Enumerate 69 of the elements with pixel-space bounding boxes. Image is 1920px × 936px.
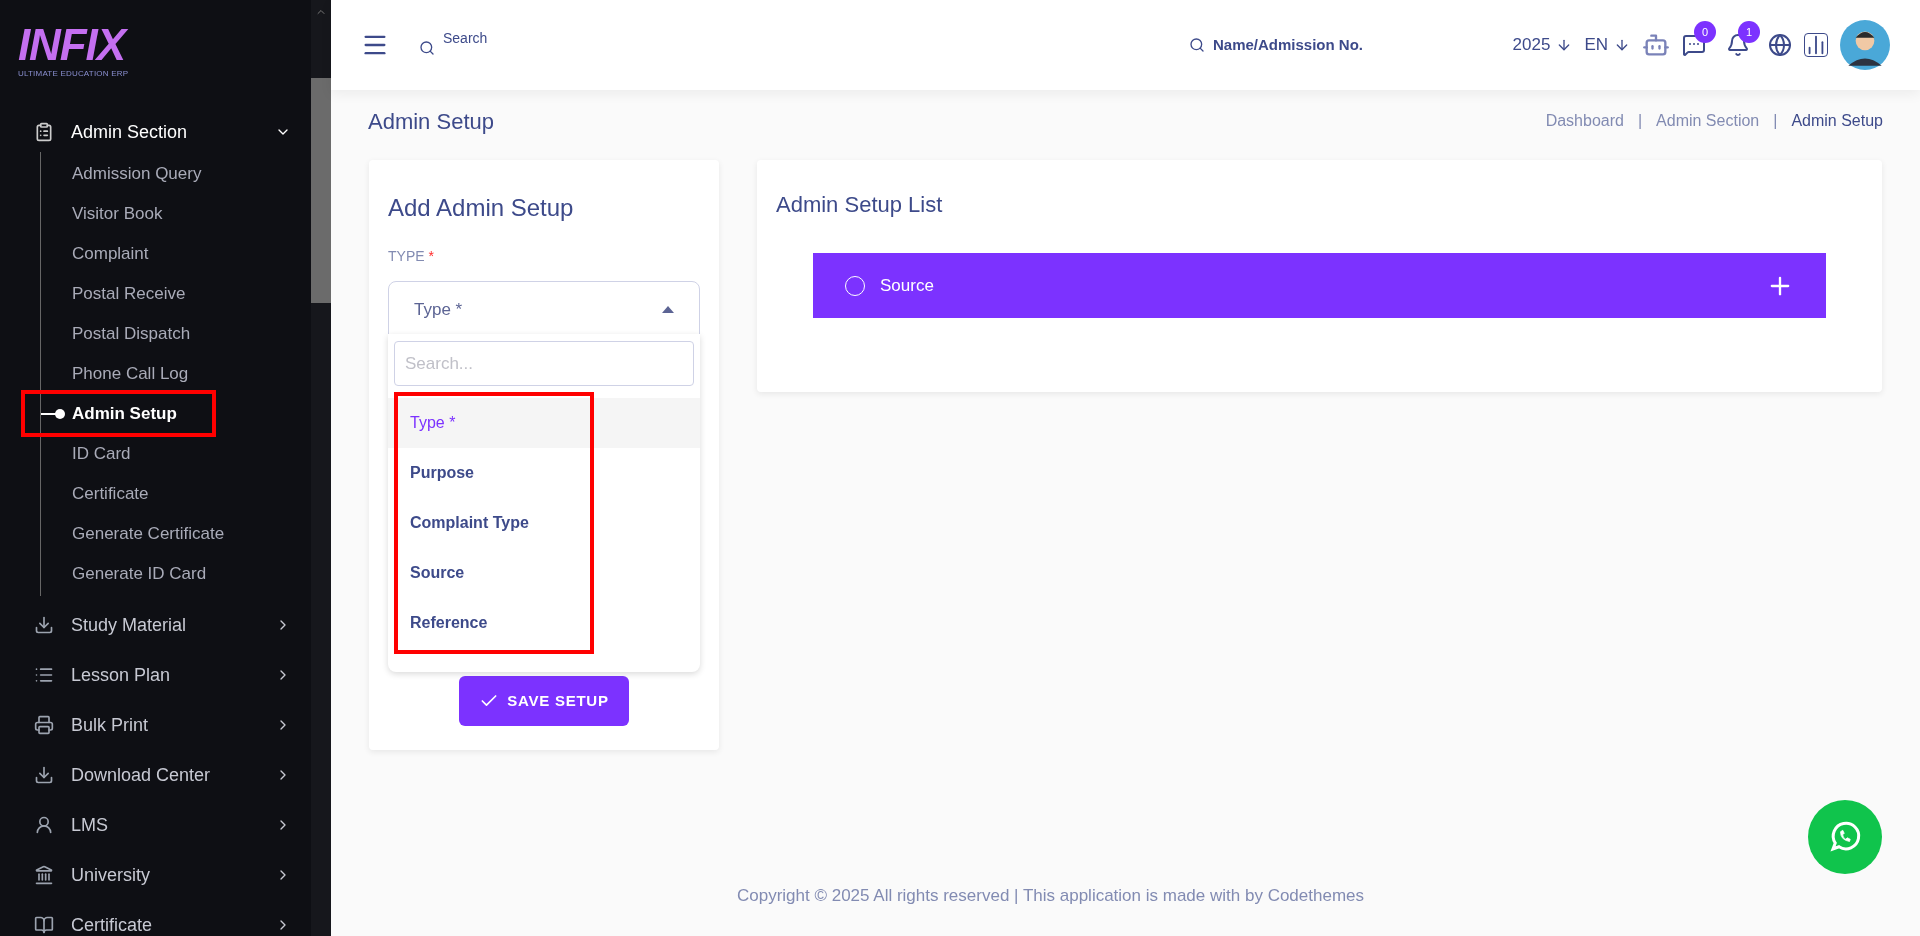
- sidebar-subitem[interactable]: ID Card: [72, 441, 131, 467]
- dropdown-option[interactable]: Source: [388, 548, 700, 598]
- avatar[interactable]: [1840, 20, 1890, 70]
- sidebar-subitem[interactable]: Complaint: [72, 241, 149, 267]
- sidebar-item-label: Certificate: [71, 913, 154, 936]
- person-icon: [34, 815, 54, 835]
- group-label: Source: [880, 274, 935, 297]
- sidebar-item[interactable]: Download Center: [34, 750, 291, 800]
- sidebar-item[interactable]: LMS: [34, 800, 291, 850]
- section-label: Admin Section: [71, 120, 189, 144]
- sidebar-item-label: Bulk Print: [71, 713, 150, 737]
- sidebar-item[interactable]: Study Material: [34, 600, 291, 650]
- active-marker-icon: [41, 409, 65, 419]
- sidebar-item-label: Study Material: [71, 613, 188, 637]
- logo-tagline: ULTIMATE EDUCATION ERP: [18, 68, 130, 80]
- bank-icon: [34, 865, 54, 885]
- breadcrumb-separator: |: [1773, 111, 1778, 131]
- form-title: Add Admin Setup: [388, 193, 575, 223]
- sidebar-subitem[interactable]: Postal Dispatch: [72, 321, 191, 347]
- download-icon: [34, 765, 54, 785]
- accordion-header[interactable]: Source: [813, 253, 1826, 318]
- breadcrumb-separator: |: [1637, 111, 1643, 131]
- sidebar-item[interactable]: Certificate: [34, 900, 291, 936]
- student-search-field[interactable]: Name/Admission No.: [1213, 33, 1364, 57]
- chart-icon[interactable]: [1804, 33, 1828, 57]
- search-icon: [1189, 37, 1205, 53]
- caret-up-icon: [662, 306, 674, 313]
- sidebar-subitem[interactable]: Admission Query: [72, 161, 202, 187]
- sidebar-item-label: LMS: [71, 813, 109, 837]
- sidebar-item-label: Download Center: [71, 763, 212, 787]
- logo: INFIX: [18, 22, 331, 68]
- dropdown-option[interactable]: Complaint Type: [388, 498, 700, 548]
- sidebar-subitem[interactable]: Admin Setup: [72, 401, 177, 427]
- sidebar-item[interactable]: Lesson Plan: [34, 650, 291, 700]
- dropdown-option[interactable]: Type *: [388, 398, 700, 448]
- globe-icon[interactable]: [1768, 33, 1792, 57]
- search-field[interactable]: Search: [443, 28, 488, 49]
- phone-chat-icon: [1827, 819, 1863, 855]
- sidebar-item-label: Lesson Plan: [71, 663, 172, 687]
- printer-icon: [34, 715, 54, 735]
- list-icon: [34, 665, 54, 685]
- dropdown-option[interactable]: Reference: [388, 598, 700, 648]
- sidebar-subitem[interactable]: Visitor Book: [72, 201, 163, 227]
- notification-count-badge: 1: [1738, 21, 1760, 43]
- sidebar-subitem[interactable]: Postal Receive: [72, 281, 186, 307]
- language-selector[interactable]: EN: [1584, 32, 1630, 58]
- save-button[interactable]: SAVE SETUP: [459, 676, 629, 726]
- message-count-badge: 0: [1694, 21, 1716, 43]
- footer-text: Copyright © 2025 All rights reserved | This application is made with by Codethemes: [735, 884, 1366, 907]
- required-mark: *: [428, 248, 435, 264]
- sidebar-item[interactable]: Bulk Print: [34, 700, 291, 750]
- search-icon: [419, 40, 435, 56]
- sidebar-item-label: University: [71, 863, 151, 887]
- sidebar-section[interactable]: Admin Section: [34, 114, 291, 150]
- year-selector[interactable]: 2025: [1512, 32, 1573, 58]
- sidebar-subitem[interactable]: Generate ID Card: [72, 561, 207, 587]
- download-icon: [34, 615, 54, 635]
- clipboard-icon: [34, 122, 54, 142]
- field-label: TYPE: [388, 248, 425, 264]
- sidebar-subitem[interactable]: Phone Call Log: [72, 361, 189, 387]
- dropdown-option[interactable]: Purpose: [388, 448, 700, 498]
- page-title: Admin Setup: [368, 107, 494, 136]
- sidebar-subitem[interactable]: Generate Certificate: [72, 521, 225, 547]
- book-icon: [34, 915, 54, 935]
- dropdown-search-field[interactable]: Search...: [394, 341, 694, 386]
- sidebar-subitem[interactable]: Certificate: [72, 481, 149, 507]
- scrollbar-thumb[interactable]: [311, 78, 331, 303]
- sidebar-item[interactable]: University: [34, 850, 291, 900]
- list-title: Admin Setup List: [776, 191, 944, 219]
